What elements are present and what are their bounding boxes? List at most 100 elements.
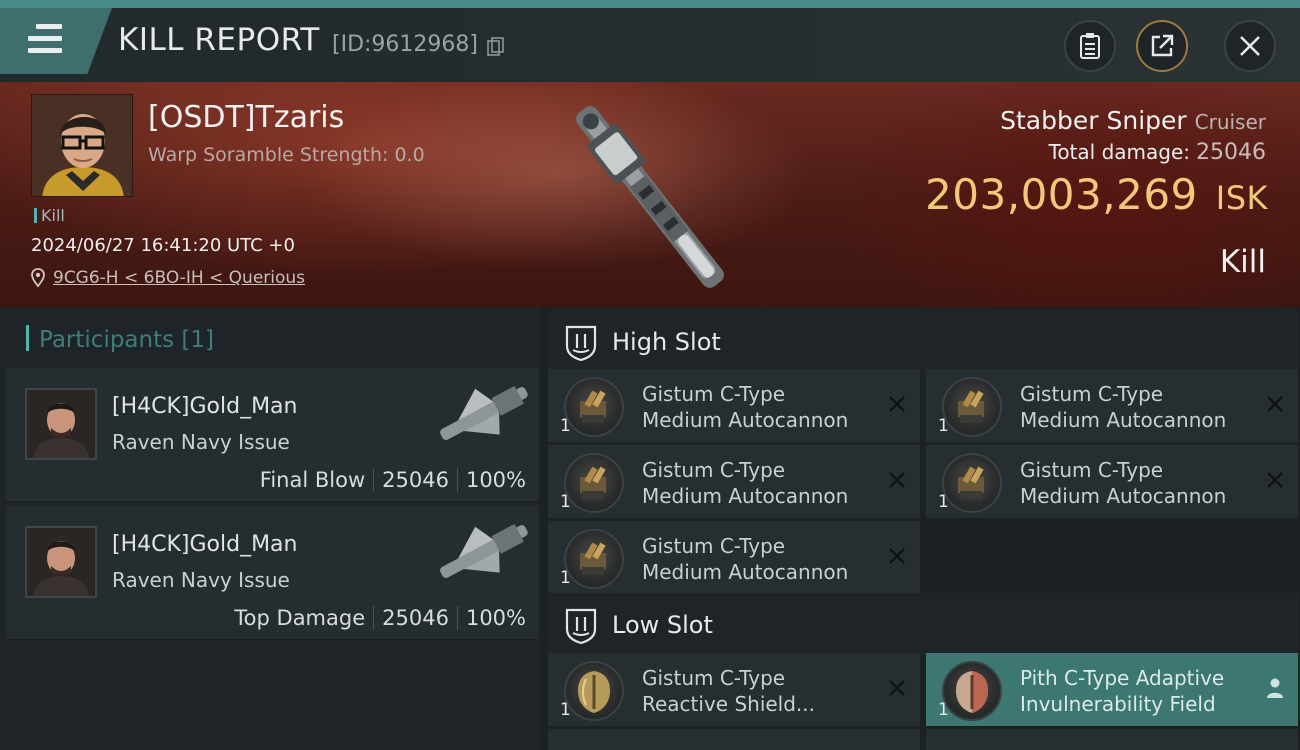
participant-stats: Final Blow 25046 100% xyxy=(260,468,526,492)
destroyed-icon xyxy=(1267,472,1283,488)
kill-datetime: 2024/06/27 16:41:20 UTC +0 xyxy=(31,235,295,256)
participant-stats: Top Damage 25046 100% xyxy=(234,606,526,630)
clipboard-button[interactable] xyxy=(1064,20,1116,72)
participant-percent: 100% xyxy=(465,468,526,492)
module-name-line2: Medium Autocannon xyxy=(642,484,849,508)
divider xyxy=(373,468,375,492)
isk-unit: ISK xyxy=(1215,179,1268,217)
module-quantity: 1 xyxy=(560,700,571,720)
total-damage-label: Total damage: xyxy=(1048,140,1191,164)
ship-class: Cruiser xyxy=(1194,110,1266,134)
portrait-icon xyxy=(27,528,95,596)
share-button[interactable] xyxy=(1136,20,1188,72)
module-item[interactable]: 1 Gistum C-Type Medium Autocannon xyxy=(926,369,1298,442)
module-quantity: 1 xyxy=(560,568,571,588)
destroyed-icon xyxy=(889,548,905,564)
page-title: KILL REPORT xyxy=(118,22,320,58)
portrait-icon xyxy=(32,95,132,196)
isk-value: 203,003,269 ISK xyxy=(925,170,1268,219)
participant-role: Top Damage xyxy=(234,606,366,630)
location-text: 9CG6-H < 6BO-IH < Querious xyxy=(53,268,306,288)
high-slot-header: High Slot xyxy=(548,310,1298,374)
close-button[interactable] xyxy=(1224,20,1276,72)
participants-label: Participants xyxy=(39,327,175,353)
module-name-line2: Reactive Shield... xyxy=(642,692,816,716)
module-item[interactable] xyxy=(926,729,1298,750)
autocannon-icon xyxy=(564,529,624,589)
top-accent-bar xyxy=(0,0,1300,8)
kill-location-link[interactable]: 9CG6-H < 6BO-IH < Querious xyxy=(31,268,305,288)
participant-ship-render xyxy=(440,385,528,440)
clipboard-icon xyxy=(1080,33,1100,59)
module-item[interactable] xyxy=(548,729,920,750)
destroyed-icon xyxy=(1267,396,1283,412)
participant-row[interactable]: [H4CK]Gold_Man Raven Navy Issue Top Dama… xyxy=(6,506,538,640)
ship-name: Stabber Sniper xyxy=(1000,106,1187,135)
module-item[interactable]: 1 Gistum C-Type Reactive Shield... xyxy=(548,653,920,726)
low-slot-header: Low Slot xyxy=(548,593,1298,657)
header-bar: KILL REPORT [ID:9612968] xyxy=(0,8,1300,82)
module-name-line1: Gistum C-Type xyxy=(642,458,786,482)
destroyed-icon xyxy=(889,396,905,412)
victim-avatar[interactable] xyxy=(31,94,133,197)
autocannon-icon xyxy=(564,453,624,513)
module-item[interactable]: 1 Gistum C-Type Medium Autocannon xyxy=(548,369,920,442)
module-quantity: 1 xyxy=(560,492,571,512)
portrait-icon xyxy=(27,390,95,458)
kill-tag-label: Kill xyxy=(41,206,65,225)
participants-count: [1] xyxy=(181,327,215,353)
ship-render xyxy=(576,106,724,288)
participant-percent: 100% xyxy=(465,606,526,630)
destroyed-icon xyxy=(889,472,905,488)
module-item[interactable]: 1 Gistum C-Type Medium Autocannon xyxy=(548,445,920,518)
user-icon xyxy=(1267,678,1283,698)
warp-scramble-strength: Warp Soramble Strength: 0.0 xyxy=(148,144,425,166)
participant-damage: 25046 xyxy=(382,468,449,492)
participant-name: [H4CK]Gold_Man xyxy=(112,532,298,557)
module-name-line1: Gistum C-Type xyxy=(642,534,786,558)
kill-tag: Kill xyxy=(34,206,65,225)
participant-role: Final Blow xyxy=(259,468,366,492)
module-name-line2: Invulnerability Field xyxy=(1020,692,1216,716)
hamburger-icon xyxy=(28,24,62,54)
high-slot-title: High Slot xyxy=(612,328,721,356)
fitting-panel: High Slot 1 Gistum C-Type Medium Autocan… xyxy=(540,307,1300,750)
participant-row[interactable]: [H4CK]Gold_Man Raven Navy Issue Final Bl… xyxy=(6,368,538,502)
victim-name[interactable]: [OSDT]Tzaris xyxy=(148,100,344,135)
participant-ship-render xyxy=(440,523,528,578)
report-id: [ID:9612968] xyxy=(332,32,478,57)
participant-ship: Raven Navy Issue xyxy=(112,430,290,454)
participant-ship: Raven Navy Issue xyxy=(112,568,290,592)
isk-amount: 203,003,269 xyxy=(925,170,1198,219)
share-icon xyxy=(1151,34,1174,57)
module-name-line2: Medium Autocannon xyxy=(642,560,849,584)
participant-avatar xyxy=(25,388,97,460)
module-quantity: 1 xyxy=(938,416,949,436)
module-name-line1: Gistum C-Type xyxy=(1020,458,1164,482)
module-name-line1: Pith C-Type Adaptive xyxy=(1020,666,1225,690)
tag-marker xyxy=(34,208,37,223)
menu-button[interactable] xyxy=(0,8,112,74)
copy-icon[interactable] xyxy=(487,37,505,57)
module-name-line1: Gistum C-Type xyxy=(642,382,786,406)
module-name-line1: Gistum C-Type xyxy=(1020,382,1164,406)
total-damage-value: 25046 xyxy=(1196,140,1266,165)
kill-result-label: Kill xyxy=(1219,244,1266,280)
low-slot-icon xyxy=(565,608,597,645)
divider xyxy=(456,468,458,492)
module-item[interactable]: 1 Gistum C-Type Medium Autocannon xyxy=(548,521,920,594)
total-damage: Total damage: 25046 xyxy=(1049,140,1267,165)
module-name-line2: Medium Autocannon xyxy=(1020,408,1227,432)
autocannon-icon xyxy=(564,377,624,437)
module-quantity: 1 xyxy=(560,416,571,436)
module-item[interactable]: 1 Gistum C-Type Medium Autocannon xyxy=(926,445,1298,518)
divider xyxy=(373,606,375,630)
high-slot-icon xyxy=(565,325,597,362)
module-name-line2: Medium Autocannon xyxy=(642,408,849,432)
destroyed-icon xyxy=(889,680,905,696)
module-name-line1: Gistum C-Type xyxy=(642,666,786,690)
victim-ship[interactable]: Stabber Sniper Cruiser xyxy=(1000,106,1266,135)
victim-banner: [OSDT]Tzaris Warp Soramble Strength: 0.0… xyxy=(0,82,1300,307)
module-item-dropped[interactable]: 1 Pith C-Type Adaptive Invulnerability F… xyxy=(926,653,1298,726)
divider xyxy=(456,606,458,630)
